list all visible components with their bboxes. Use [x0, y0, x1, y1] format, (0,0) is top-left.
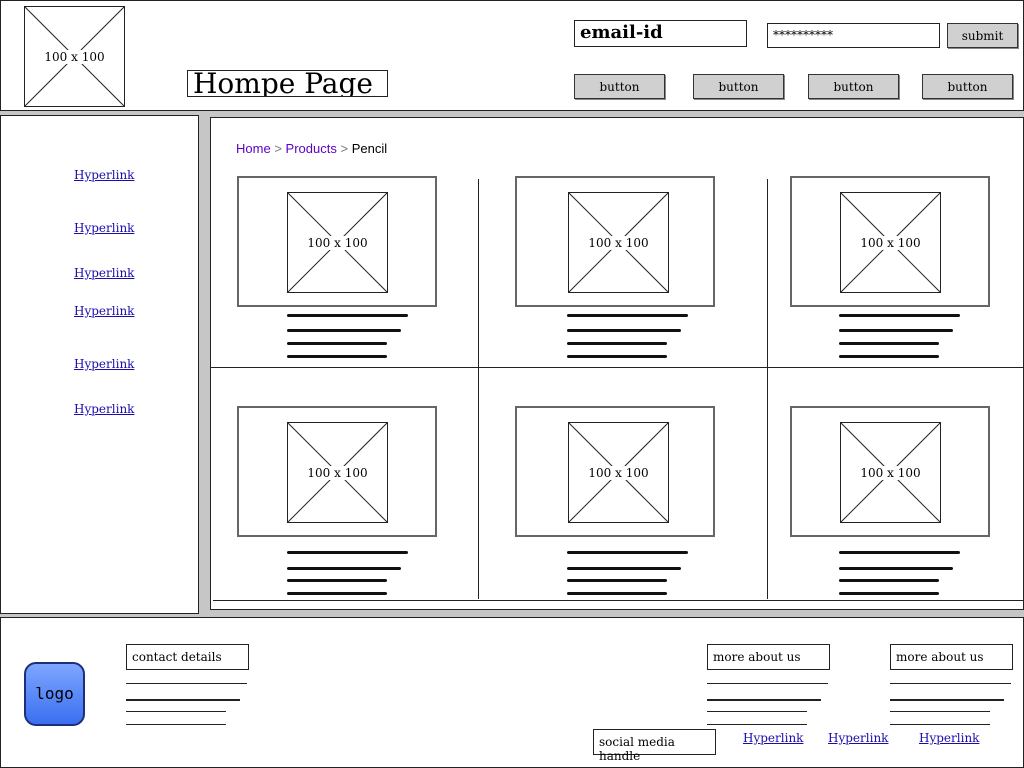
more-about-text-line — [890, 699, 1004, 701]
contact-details-label: contact details — [126, 644, 249, 670]
placeholder-size-label: 100 x 100 — [587, 235, 650, 250]
product-image-placeholder: 100 x 100 — [568, 192, 669, 293]
product-card[interactable]: 100 x 100 — [790, 406, 990, 601]
email-field[interactable]: email-id — [574, 20, 747, 47]
logo-image-placeholder: 100 x 100 — [24, 6, 125, 107]
more-about-text-line — [890, 724, 990, 725]
product-image-placeholder: 100 x 100 — [840, 192, 941, 293]
breadcrumb: Home > Products > Pencil — [236, 141, 387, 157]
product-text-line — [839, 342, 939, 345]
footer-link-3[interactable]: Hyperlink — [919, 731, 979, 745]
contact-text-line — [126, 724, 226, 725]
page-title: Hompe Page — [187, 70, 388, 97]
product-text-line — [287, 551, 408, 554]
product-image-placeholder: 100 x 100 — [287, 422, 388, 523]
product-card[interactable]: 100 x 100 — [515, 176, 715, 361]
product-text-line — [567, 355, 667, 358]
more-about-us-label-2: more about us — [890, 644, 1013, 670]
placeholder-size-label: 100 x 100 — [43, 49, 106, 64]
more-about-text-line — [707, 711, 807, 712]
product-text-line — [839, 551, 960, 554]
more-about-text-line — [707, 683, 828, 684]
product-image-frame: 100 x 100 — [515, 406, 715, 537]
more-about-text-line — [890, 683, 1011, 684]
submit-button[interactable]: submit — [947, 23, 1018, 48]
footer-link-2[interactable]: Hyperlink — [828, 731, 888, 745]
contact-text-line — [126, 711, 226, 712]
product-image-frame: 100 x 100 — [790, 406, 990, 537]
product-text-line — [287, 355, 387, 358]
product-image-frame: 100 x 100 — [515, 176, 715, 307]
sidebar-link-3[interactable]: Hyperlink — [74, 266, 134, 280]
product-image-placeholder: 100 x 100 — [568, 422, 669, 523]
breadcrumb-separator: > — [340, 141, 349, 156]
product-text-line — [567, 314, 688, 317]
sidebar-link-5[interactable]: Hyperlink — [74, 357, 134, 371]
more-about-text-line — [890, 711, 990, 712]
product-card[interactable]: 100 x 100 — [515, 406, 715, 601]
header: 100 x 100 Hompe Page email-id **********… — [0, 0, 1024, 111]
nav-button-2[interactable]: button — [693, 74, 784, 99]
footer: logo contact details more about us more … — [0, 617, 1024, 768]
product-text-line — [567, 329, 681, 332]
product-text-line — [839, 314, 960, 317]
breadcrumb-separator: > — [274, 141, 282, 156]
nav-button-4[interactable]: button — [922, 74, 1013, 99]
product-card[interactable]: 100 x 100 — [790, 176, 990, 361]
product-text-line — [287, 329, 401, 332]
placeholder-size-label: 100 x 100 — [306, 235, 369, 250]
main-content: Home > Products > Pencil 100 x 100 100 x… — [210, 117, 1024, 610]
social-media-label: social media handle — [593, 729, 716, 763]
sidebar-link-1[interactable]: Hyperlink — [74, 168, 134, 182]
more-about-text-line — [707, 699, 821, 701]
footer-logo[interactable]: logo — [24, 662, 85, 726]
product-image-frame: 100 x 100 — [237, 176, 437, 307]
sidebar-link-6[interactable]: Hyperlink — [74, 402, 134, 416]
product-text-line — [287, 314, 408, 317]
product-text-line — [839, 329, 953, 332]
more-about-us-label-1: more about us — [707, 644, 830, 670]
placeholder-size-label: 100 x 100 — [859, 235, 922, 250]
placeholder-size-label: 100 x 100 — [306, 465, 369, 480]
footer-link-1[interactable]: Hyperlink — [743, 731, 803, 745]
sidebar-link-2[interactable]: Hyperlink — [74, 221, 134, 235]
product-text-line — [287, 567, 401, 570]
product-image-frame: 100 x 100 — [790, 176, 990, 307]
breadcrumb-current: Pencil — [351, 141, 388, 156]
product-text-line — [839, 567, 953, 570]
placeholder-size-label: 100 x 100 — [587, 465, 650, 480]
product-image-placeholder: 100 x 100 — [287, 192, 388, 293]
password-field-value: ********** — [773, 28, 833, 42]
breadcrumb-home[interactable]: Home — [236, 141, 271, 156]
product-text-line — [567, 342, 667, 345]
sidebar-link-4[interactable]: Hyperlink — [74, 304, 134, 318]
grid-divider-vertical-2 — [767, 179, 768, 599]
product-card[interactable]: 100 x 100 — [237, 406, 437, 601]
contact-text-line — [126, 683, 247, 684]
product-image-placeholder: 100 x 100 — [840, 422, 941, 523]
product-text-line — [287, 579, 387, 582]
email-field-value: email-id — [580, 22, 663, 43]
nav-button-1[interactable]: button — [574, 74, 665, 99]
product-text-line — [567, 592, 667, 595]
breadcrumb-products[interactable]: Products — [286, 141, 337, 156]
product-text-line — [287, 592, 387, 595]
product-card[interactable]: 100 x 100 — [237, 176, 437, 361]
placeholder-size-label: 100 x 100 — [859, 465, 922, 480]
product-text-line — [287, 342, 387, 345]
sidebar: Hyperlink Hyperlink Hyperlink Hyperlink … — [0, 115, 199, 614]
product-text-line — [567, 567, 681, 570]
product-text-line — [839, 579, 939, 582]
product-text-line — [839, 355, 939, 358]
grid-divider-horizontal-1 — [211, 367, 1023, 368]
product-text-line — [567, 579, 667, 582]
grid-divider-vertical-1 — [478, 179, 479, 599]
password-field[interactable]: ********** — [767, 23, 940, 48]
contact-text-line — [126, 699, 240, 701]
product-image-frame: 100 x 100 — [237, 406, 437, 537]
product-text-line — [839, 592, 939, 595]
product-text-line — [567, 551, 688, 554]
more-about-text-line — [707, 724, 807, 725]
nav-button-3[interactable]: button — [808, 74, 899, 99]
